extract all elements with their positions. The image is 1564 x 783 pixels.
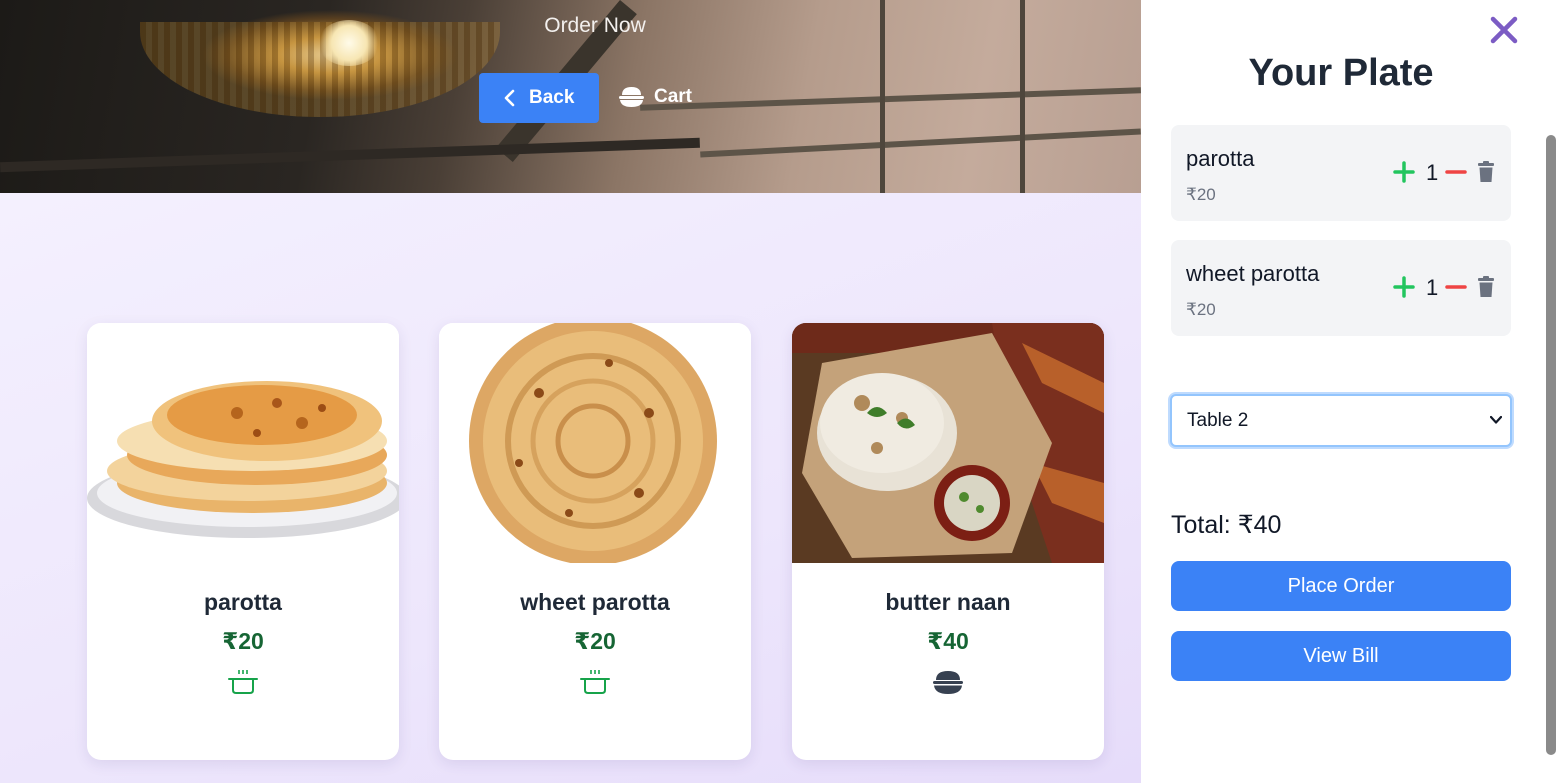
plate-item-qty: 1 <box>1426 275 1439 300</box>
product-name: butter naan <box>885 589 1011 615</box>
pot-icon[interactable] <box>579 668 611 696</box>
product-name: parotta <box>204 589 282 615</box>
table-select[interactable]: Table 2 <box>1170 394 1512 447</box>
plus-icon[interactable] <box>1393 161 1415 183</box>
plate-item-price: ₹20 <box>1186 300 1216 319</box>
order-total: Total: ₹40 <box>1171 511 1282 539</box>
trash-icon[interactable] <box>1477 161 1495 183</box>
plate-item-name: parotta <box>1186 146 1255 171</box>
product-card[interactable]: butter naan ₹40 <box>792 323 1104 760</box>
panel-scrollbar[interactable] <box>1546 135 1556 755</box>
minus-icon[interactable] <box>1445 276 1467 298</box>
cart-label: Cart <box>654 86 693 107</box>
wheet-parotta-image <box>439 323 751 563</box>
plate-item: wheet parotta ₹20 1 <box>1171 240 1511 336</box>
rice-bowl-icon <box>619 87 644 107</box>
close-icon[interactable] <box>1488 14 1520 46</box>
chevron-down-icon <box>1490 415 1502 424</box>
cart-button[interactable]: Cart <box>618 85 692 109</box>
table-select-value: Table 2 <box>1187 409 1249 431</box>
plate-item-name: wheet parotta <box>1186 261 1320 286</box>
product-price: ₹20 <box>574 628 616 654</box>
plate-title: Your Plate <box>1248 52 1434 94</box>
product-price: ₹20 <box>222 628 264 654</box>
hero-rail <box>700 128 1141 158</box>
back-button[interactable]: Back <box>479 73 599 123</box>
view-bill-button[interactable]: View Bill <box>1171 631 1511 681</box>
parotta-stack-image <box>87 323 399 563</box>
chevron-left-icon <box>504 89 515 107</box>
plate-item-price: ₹20 <box>1186 185 1216 204</box>
hero-beam <box>0 137 700 173</box>
butter-naan-image <box>792 323 1104 563</box>
trash-icon[interactable] <box>1477 276 1495 298</box>
product-price: ₹40 <box>927 628 969 654</box>
rice-bowl-icon[interactable] <box>932 668 964 696</box>
hero-rail <box>640 87 1141 111</box>
product-card[interactable]: wheet parotta ₹20 <box>439 323 751 760</box>
plate-item-qty: 1 <box>1426 160 1439 185</box>
pot-icon[interactable] <box>227 668 259 696</box>
plate-item: parotta ₹20 1 <box>1171 125 1511 221</box>
place-order-button[interactable]: Place Order <box>1171 561 1511 611</box>
back-button-label: Back <box>529 87 575 108</box>
minus-icon[interactable] <box>1445 161 1467 183</box>
product-card[interactable]: parotta ₹20 <box>87 323 399 760</box>
plus-icon[interactable] <box>1393 276 1415 298</box>
product-name: wheet parotta <box>520 589 670 615</box>
page-title: Order Now <box>544 14 646 37</box>
